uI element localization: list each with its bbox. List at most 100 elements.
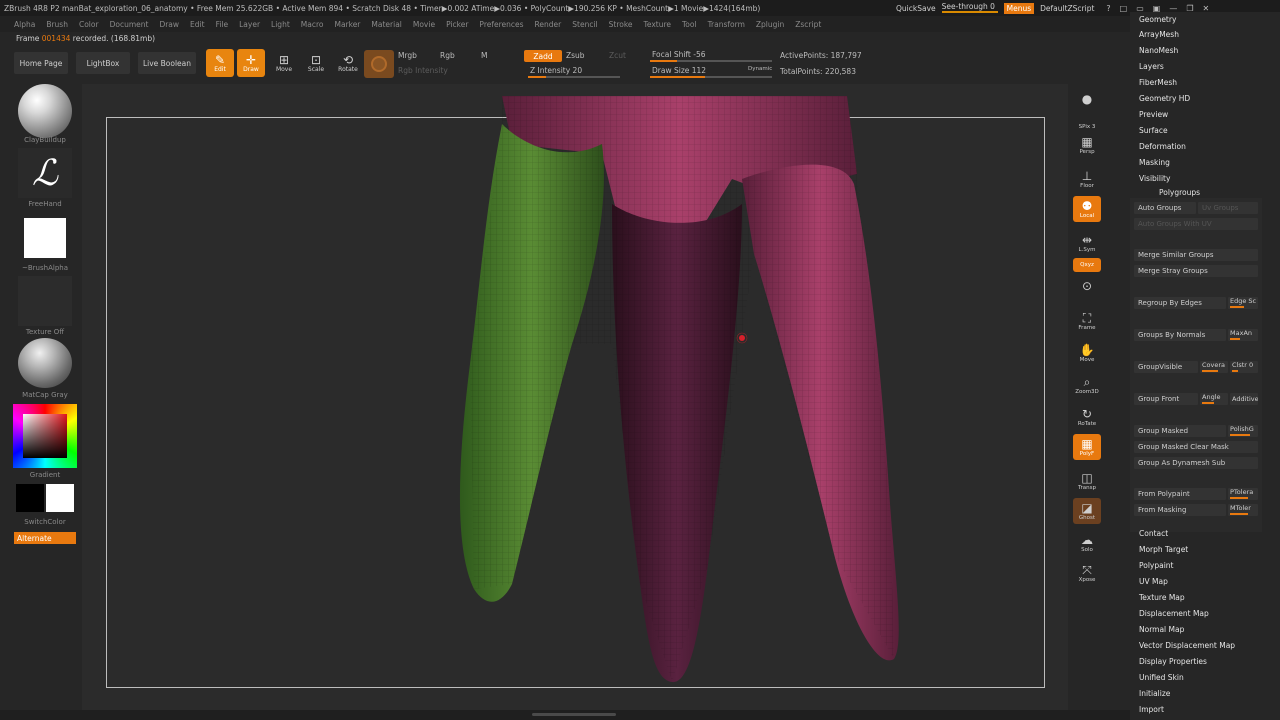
scale-mode-button[interactable]: ⊡ Scale bbox=[302, 49, 330, 77]
menu-picker[interactable]: Picker bbox=[446, 20, 468, 29]
subpalette-normal-map[interactable]: Normal Map bbox=[1139, 625, 1184, 634]
menu-draw[interactable]: Draw bbox=[159, 20, 179, 29]
help-icon[interactable]: ? bbox=[1106, 4, 1110, 13]
ghost-button[interactable]: ◪ Ghost bbox=[1073, 498, 1101, 524]
group-visible-button[interactable]: GroupVisible bbox=[1134, 361, 1198, 373]
subpalette-uv-map[interactable]: UV Map bbox=[1139, 577, 1168, 586]
clstr-slider[interactable]: Clstr 0 bbox=[1230, 361, 1258, 373]
draw-size-slider[interactable]: Draw Size 112 bbox=[652, 66, 706, 75]
rotate-mode-button[interactable]: ⟲ Rotate bbox=[334, 49, 362, 77]
transp-button[interactable]: ◫ Transp bbox=[1073, 468, 1101, 494]
edge-sc-slider[interactable]: Edge Sc bbox=[1228, 297, 1258, 309]
menu-zscript[interactable]: Zscript bbox=[795, 20, 821, 29]
focal-shift-slider[interactable]: Focal Shift -56 bbox=[652, 50, 706, 59]
polyf-button[interactable]: ▦ PolyF bbox=[1073, 434, 1101, 460]
draw-mode-button[interactable]: ✛ Draw bbox=[237, 49, 265, 77]
bpr-render-button[interactable]: ● bbox=[1073, 86, 1101, 112]
alpha-thumbnail[interactable] bbox=[24, 218, 66, 258]
from-masking-button[interactable]: From Masking bbox=[1134, 504, 1226, 516]
subpalette-surface[interactable]: Surface bbox=[1139, 126, 1168, 135]
menu-edit[interactable]: Edit bbox=[190, 20, 205, 29]
ptolerance-slider[interactable]: PTolera bbox=[1228, 488, 1258, 500]
subpalette-visibility[interactable]: Visibility bbox=[1139, 174, 1170, 183]
draw-size-track[interactable] bbox=[650, 76, 772, 78]
menu-texture[interactable]: Texture bbox=[644, 20, 671, 29]
stroke-thumbnail[interactable]: ℒ bbox=[18, 148, 72, 198]
menu-macro[interactable]: Macro bbox=[301, 20, 324, 29]
group-masked-clear-mask-button[interactable]: Group Masked Clear Mask bbox=[1134, 441, 1258, 453]
menu-light[interactable]: Light bbox=[271, 20, 290, 29]
move-mode-button[interactable]: ⊞ Move bbox=[270, 49, 298, 77]
menu-material[interactable]: Material bbox=[371, 20, 401, 29]
see-through-slider[interactable]: See-through 0 bbox=[941, 3, 998, 13]
auto-groups-with-uv-button[interactable]: Auto Groups With UV bbox=[1134, 218, 1258, 230]
subpalette-unified-skin[interactable]: Unified Skin bbox=[1139, 673, 1184, 682]
zcut-toggle[interactable]: Zcut bbox=[609, 51, 626, 60]
subpalette-contact[interactable]: Contact bbox=[1139, 529, 1168, 538]
frame-button[interactable]: ⛶ Frame bbox=[1073, 308, 1101, 334]
menu-tool[interactable]: Tool bbox=[682, 20, 697, 29]
mtolerance-slider[interactable]: MToler bbox=[1228, 504, 1258, 516]
subpalette-masking[interactable]: Masking bbox=[1139, 158, 1170, 167]
menu-document[interactable]: Document bbox=[110, 20, 149, 29]
auto-groups-button[interactable]: Auto Groups bbox=[1134, 202, 1196, 214]
home-page-button[interactable]: Home Page bbox=[14, 52, 68, 74]
quicksave-button[interactable]: QuickSave bbox=[896, 4, 936, 13]
color-picker[interactable] bbox=[13, 404, 77, 468]
uv-groups-button[interactable]: Uv Groups bbox=[1198, 202, 1258, 214]
model-viewport[interactable] bbox=[82, 84, 1068, 710]
subpalette-polygroups[interactable]: Polygroups bbox=[1159, 188, 1200, 197]
subpalette-nanomesh[interactable]: NanoMesh bbox=[1139, 46, 1178, 55]
regroup-by-edges-button[interactable]: Regroup By Edges bbox=[1134, 297, 1226, 309]
m-toggle[interactable]: M bbox=[481, 51, 487, 60]
main-color-swatch[interactable] bbox=[16, 484, 44, 512]
zoom3d-button[interactable]: ⌕ Zoom3D bbox=[1073, 372, 1101, 398]
z-intensity-track[interactable] bbox=[528, 76, 620, 78]
additive-toggle[interactable]: Additive bbox=[1230, 393, 1258, 405]
mrgb-toggle[interactable]: Mrgb bbox=[398, 51, 417, 60]
menu-layer[interactable]: Layer bbox=[239, 20, 260, 29]
z-intensity-slider[interactable]: Z Intensity 20 bbox=[530, 66, 582, 75]
maxang-slider[interactable]: MaxAn bbox=[1228, 329, 1258, 341]
focal-shift-track[interactable] bbox=[650, 60, 772, 62]
persp-button[interactable]: ▦ Persp bbox=[1073, 132, 1101, 158]
layout-icon[interactable]: □ bbox=[1120, 4, 1128, 13]
group-front-button[interactable]: Group Front bbox=[1134, 393, 1198, 405]
merge-stray-groups-button[interactable]: Merge Stray Groups bbox=[1134, 265, 1258, 277]
subpalette-vector-displacement-map[interactable]: Vector Displacement Map bbox=[1139, 641, 1235, 650]
secondary-color-swatch[interactable] bbox=[46, 484, 74, 512]
subpalette-import[interactable]: Import bbox=[1139, 705, 1164, 714]
switch-color-button[interactable]: SwitchColor bbox=[0, 518, 90, 526]
from-polypaint-button[interactable]: From Polypaint bbox=[1134, 488, 1226, 500]
default-zscript-button[interactable]: DefaultZScript bbox=[1040, 4, 1094, 13]
menu-stroke[interactable]: Stroke bbox=[609, 20, 633, 29]
subpalette-arraymesh[interactable]: ArrayMesh bbox=[1139, 30, 1179, 39]
subpalette-fibermesh[interactable]: FiberMesh bbox=[1139, 78, 1177, 87]
lightbox-button[interactable]: LightBox bbox=[76, 52, 130, 74]
color-picker-square[interactable] bbox=[23, 414, 67, 458]
texture-thumbnail[interactable] bbox=[18, 276, 72, 326]
group-as-dynamesh-sub-button[interactable]: Group As Dynamesh Sub bbox=[1134, 457, 1258, 469]
menu-brush[interactable]: Brush bbox=[46, 20, 68, 29]
subpalette-morph-target[interactable]: Morph Target bbox=[1139, 545, 1188, 554]
subpalette-preview[interactable]: Preview bbox=[1139, 110, 1168, 119]
brush-thumbnail[interactable] bbox=[18, 84, 72, 138]
zsub-toggle[interactable]: Zsub bbox=[566, 51, 585, 60]
menu-transform[interactable]: Transform bbox=[708, 20, 745, 29]
menu-color[interactable]: Color bbox=[79, 20, 99, 29]
subpalette-polypaint[interactable]: Polypaint bbox=[1139, 561, 1174, 570]
gradient-label[interactable]: Gradient bbox=[0, 471, 90, 479]
rgb-toggle[interactable]: Rgb bbox=[440, 51, 455, 60]
subpalette-displacement-map[interactable]: Displacement Map bbox=[1139, 609, 1209, 618]
menu-alpha[interactable]: Alpha bbox=[14, 20, 35, 29]
subpalette-initialize[interactable]: Initialize bbox=[1139, 689, 1170, 698]
group-masked-button[interactable]: Group Masked bbox=[1134, 425, 1226, 437]
menu-marker[interactable]: Marker bbox=[334, 20, 360, 29]
live-boolean-button[interactable]: Live Boolean bbox=[138, 52, 196, 74]
subpalette-texture-map[interactable]: Texture Map bbox=[1139, 593, 1185, 602]
menus-toggle-button[interactable]: Menus bbox=[1003, 2, 1035, 14]
menu-render[interactable]: Render bbox=[535, 20, 562, 29]
bottom-tray-handle[interactable] bbox=[532, 713, 616, 716]
merge-similar-groups-button[interactable]: Merge Similar Groups bbox=[1134, 249, 1258, 261]
coverage-slider[interactable]: Covera bbox=[1200, 361, 1228, 373]
